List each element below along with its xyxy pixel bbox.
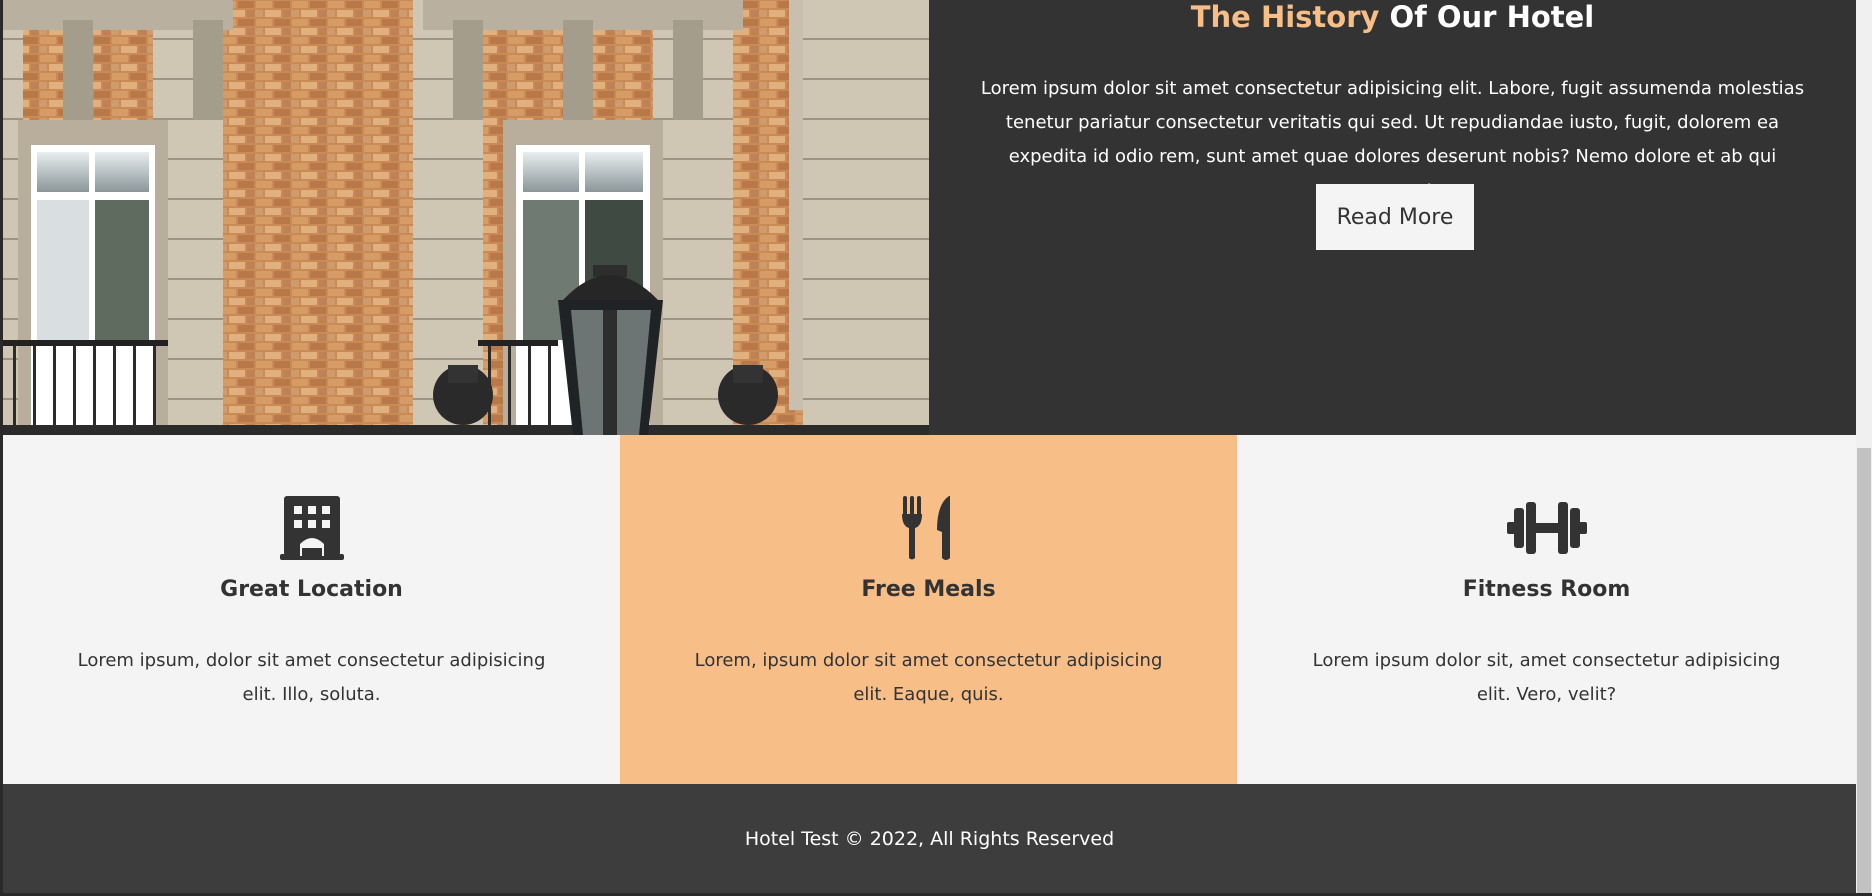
feature-description: Lorem, ipsum dolor sit amet consectetur … xyxy=(694,650,1163,705)
read-more-button[interactable]: Read More xyxy=(1316,184,1474,250)
title-rest: Of Our Hotel xyxy=(1389,0,1595,34)
building-icon xyxy=(279,496,344,560)
vertical-scrollbar[interactable] xyxy=(1856,0,1872,893)
hotel-facade-image xyxy=(3,0,929,435)
feature-great-location: Great Location Lorem ipsum, dolor sit am… xyxy=(3,435,620,784)
feature-title: Great Location xyxy=(220,577,403,602)
history-section: The History Of Our Hotel Lorem ipsum dol… xyxy=(3,0,1856,435)
feature-title: Fitness Room xyxy=(1462,577,1631,602)
copyright-text: Hotel Test © 2022, All Rights Reserved xyxy=(744,828,1115,850)
dumbbell-icon xyxy=(1506,502,1587,554)
page-footer: Hotel Test © 2022, All Rights Reserved xyxy=(3,784,1856,893)
history-text-block: The History Of Our Hotel Lorem ipsum dol… xyxy=(929,0,1856,435)
title-accent: The History xyxy=(1190,0,1380,34)
scrollbar-thumb[interactable] xyxy=(1857,448,1871,893)
feature-description: Lorem ipsum dolor sit, amet consectetur … xyxy=(1312,650,1781,705)
section-title: The History Of Our Hotel xyxy=(929,0,1856,34)
window-border-left xyxy=(0,0,3,896)
utensils-icon xyxy=(901,496,950,560)
feature-fitness-room: Fitness Room Lorem ipsum dolor sit, amet… xyxy=(1237,435,1856,784)
features-section: Great Location Lorem ipsum, dolor sit am… xyxy=(3,435,1856,784)
feature-title: Free Meals xyxy=(861,577,996,602)
feature-description: Lorem ipsum, dolor sit amet consectetur … xyxy=(77,650,546,705)
feature-free-meals: Free Meals Lorem, ipsum dolor sit amet c… xyxy=(620,435,1237,784)
